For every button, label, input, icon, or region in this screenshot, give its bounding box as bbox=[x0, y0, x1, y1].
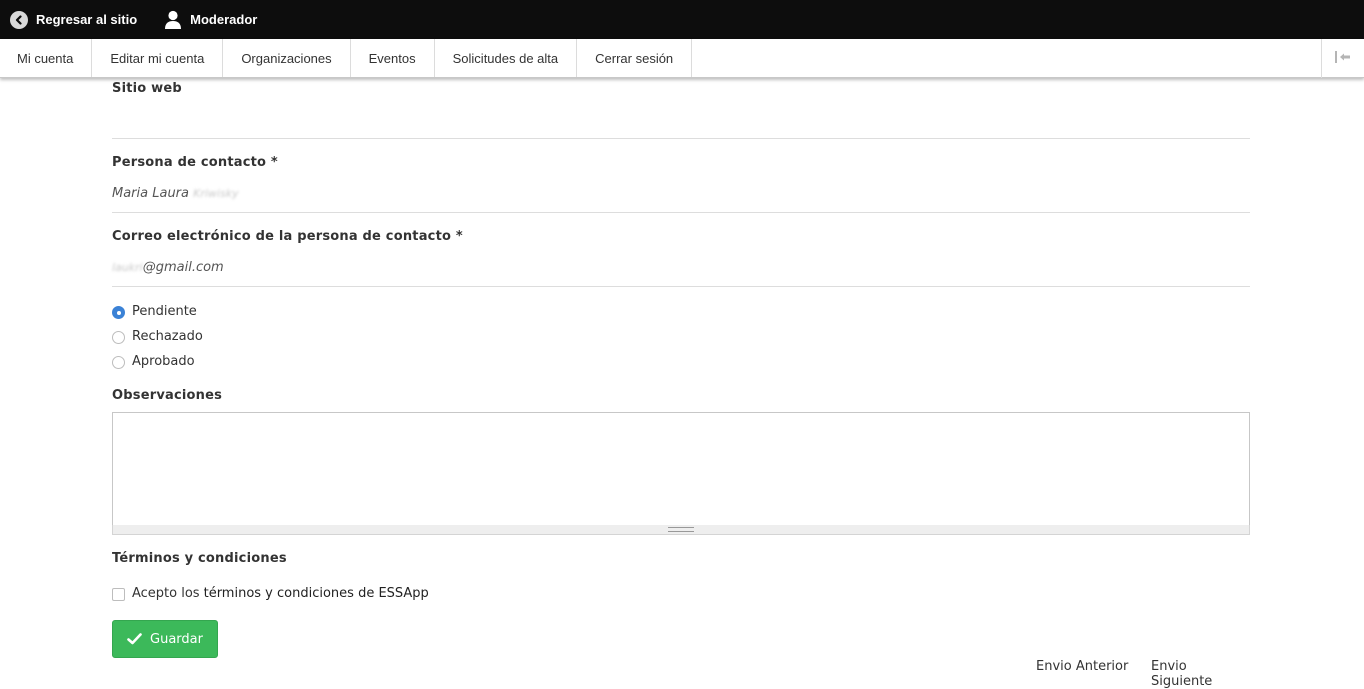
check-icon bbox=[127, 633, 142, 645]
observations-label: Observaciones bbox=[112, 388, 223, 403]
website-label: Sitio web bbox=[112, 81, 182, 96]
contact-email-visible: @gmail.com bbox=[142, 260, 224, 275]
back-to-site-link[interactable]: Regresar al sitio bbox=[10, 0, 137, 39]
user-menu-label: Moderador bbox=[190, 12, 258, 27]
divider bbox=[112, 138, 1250, 139]
chevron-left-circle-icon bbox=[10, 10, 28, 29]
contact-person-redacted: Kriwisky bbox=[193, 187, 239, 200]
tab-mi-cuenta[interactable]: Mi cuenta bbox=[0, 39, 93, 77]
observations-field bbox=[112, 412, 1250, 535]
contact-person-visible: Maria Laura bbox=[112, 186, 189, 201]
terms-row: Acepto los términos y condiciones de ESS… bbox=[112, 585, 429, 601]
user-icon bbox=[164, 10, 182, 29]
radio-rechazado[interactable] bbox=[112, 331, 125, 344]
tab-editar-mi-cuenta[interactable]: Editar mi cuenta bbox=[92, 39, 224, 77]
status-option-pendiente[interactable]: Pendiente bbox=[112, 303, 197, 319]
tab-eventos[interactable]: Eventos bbox=[351, 39, 435, 77]
grip-icon bbox=[668, 527, 694, 532]
required-mark: * bbox=[270, 155, 278, 170]
required-mark: * bbox=[455, 229, 463, 244]
tab-cerrar-sesion[interactable]: Cerrar sesión bbox=[577, 39, 693, 77]
save-button[interactable]: Guardar bbox=[112, 620, 218, 658]
contact-person-label-text: Persona de contacto bbox=[112, 155, 267, 170]
terms-heading: Términos y condiciones bbox=[112, 551, 287, 566]
save-label: Guardar bbox=[150, 631, 203, 647]
status-label-rechazado: Rechazado bbox=[132, 328, 203, 344]
terms-checkbox[interactable] bbox=[112, 588, 125, 601]
radio-aprobado[interactable] bbox=[112, 356, 125, 369]
tray-orientation-toggle[interactable] bbox=[1321, 39, 1364, 78]
divider bbox=[112, 212, 1250, 213]
tab-organizaciones[interactable]: Organizaciones bbox=[223, 39, 351, 77]
observations-textarea[interactable] bbox=[112, 412, 1250, 526]
toolbar-tray: Mi cuenta Editar mi cuenta Organizacione… bbox=[0, 39, 1364, 78]
admin-toolbar: Regresar al sitio Moderador bbox=[0, 0, 1364, 39]
next-submission-link[interactable]: Envio Siguiente bbox=[1151, 659, 1250, 689]
terms-prefix: Acepto los bbox=[132, 585, 200, 601]
contact-person-value: Maria Laura Kriwisky bbox=[112, 186, 239, 201]
contact-email-value: laukri@gmail.com bbox=[112, 260, 224, 275]
contact-person-label: Persona de contacto * bbox=[112, 155, 278, 170]
previous-submission-link[interactable]: Envio Anterior bbox=[1036, 659, 1128, 674]
radio-pendiente[interactable] bbox=[112, 306, 125, 319]
user-menu[interactable]: Moderador bbox=[164, 0, 257, 39]
status-option-rechazado[interactable]: Rechazado bbox=[112, 328, 203, 344]
contact-email-label-text: Correo electrónico de la persona de cont… bbox=[112, 229, 452, 244]
divider bbox=[112, 286, 1250, 287]
status-label-pendiente: Pendiente bbox=[132, 303, 197, 319]
status-option-aprobado[interactable]: Aprobado bbox=[112, 353, 195, 369]
resize-handle[interactable] bbox=[112, 525, 1250, 535]
back-to-site-label: Regresar al sitio bbox=[36, 12, 138, 27]
tab-solicitudes-de-alta[interactable]: Solicitudes de alta bbox=[435, 39, 578, 77]
status-label-aprobado: Aprobado bbox=[132, 353, 195, 369]
contact-email-redacted: laukri bbox=[112, 261, 143, 274]
contact-email-label: Correo electrónico de la persona de cont… bbox=[112, 229, 463, 244]
collapse-left-icon bbox=[1334, 49, 1352, 68]
terms-link[interactable]: términos y condiciones de ESSApp bbox=[204, 586, 429, 601]
